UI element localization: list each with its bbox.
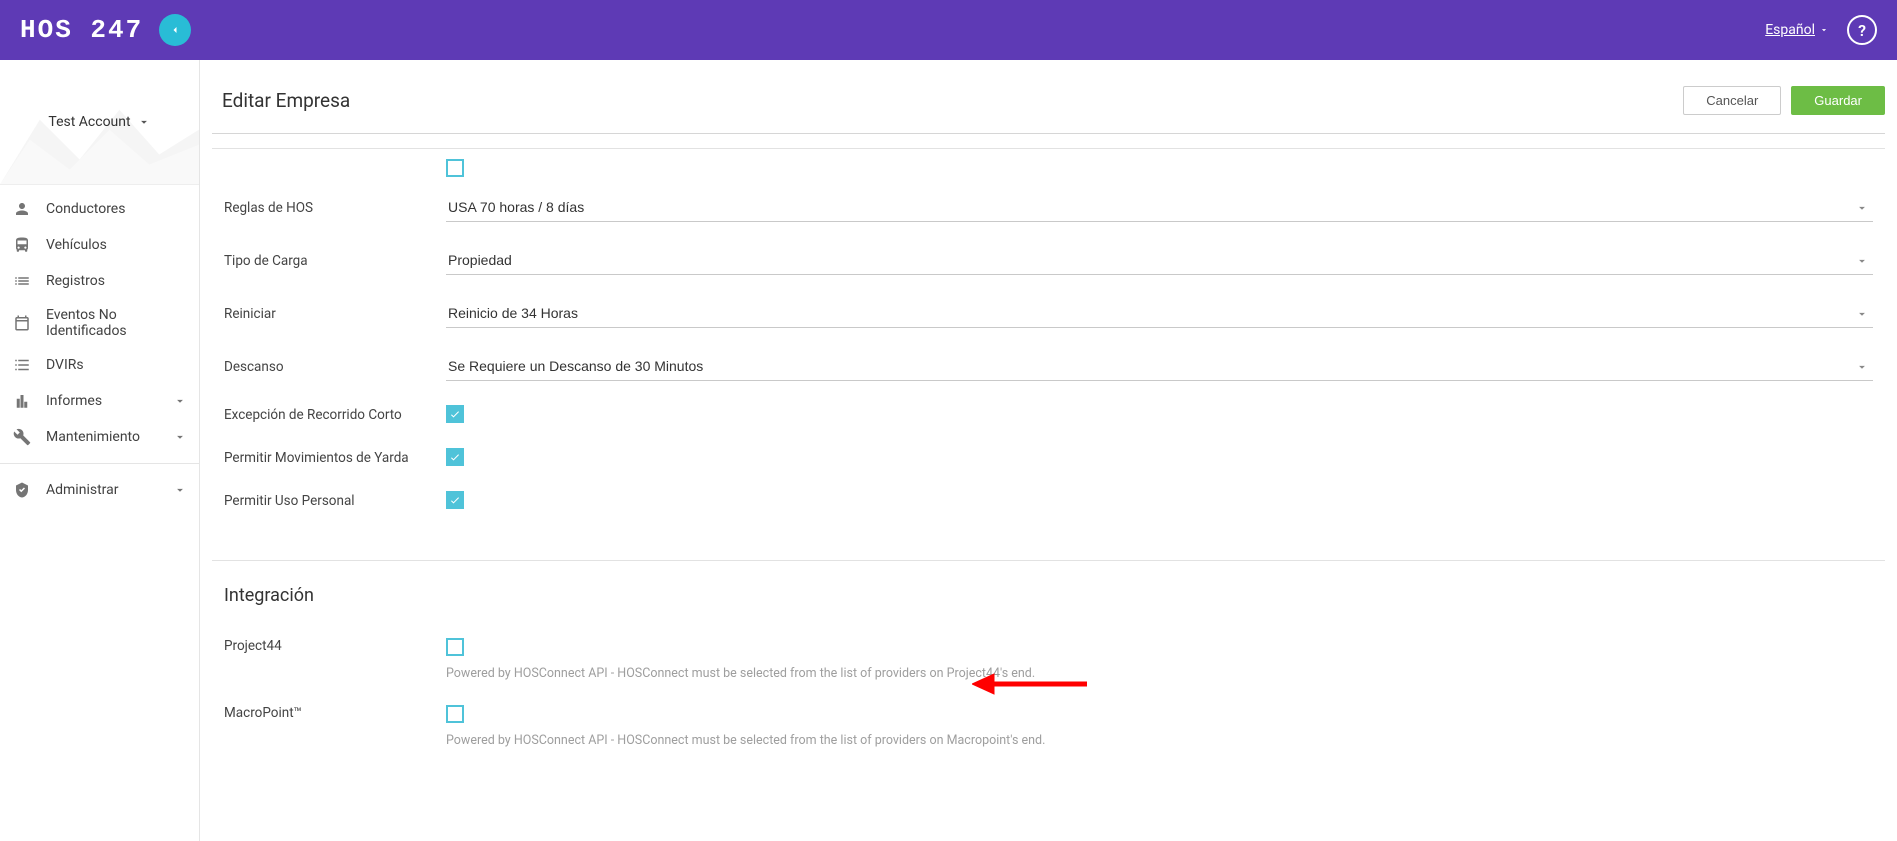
- sidebar-item-label: Vehículos: [46, 237, 187, 253]
- help-button[interactable]: ?: [1847, 15, 1877, 45]
- account-block: Test Account: [0, 60, 199, 185]
- sidebar-item-reports[interactable]: Informes: [0, 383, 199, 419]
- sidebar-item-label: Administrar: [46, 482, 159, 498]
- sidebar-item-logs[interactable]: Registros: [0, 263, 199, 299]
- project44-label: Project44: [224, 638, 446, 654]
- cargo-type-label: Tipo de Carga: [224, 253, 446, 269]
- sidebar: Test Account Conductores Vehículos: [0, 60, 200, 841]
- rest-select[interactable]: Se Requiere un Descanso de 30 Minutos: [446, 352, 1873, 381]
- integration-section: Integración Project44 Powered by HOSConn…: [212, 560, 1885, 770]
- chevron-down-icon: [173, 394, 187, 408]
- restart-label: Reiniciar: [224, 306, 446, 322]
- bar-chart-icon: [12, 391, 32, 411]
- chevron-down-icon: [173, 430, 187, 444]
- form-row-hos-rules: Reglas de HOS USA 70 horas / 8 días: [224, 181, 1873, 234]
- cargo-type-select[interactable]: Propiedad: [446, 246, 1873, 275]
- app-header: HOS 247 Español ?: [0, 0, 1897, 60]
- macropoint-hint: Powered by HOSConnect API - HOSConnect m…: [446, 733, 1873, 748]
- account-name: Test Account: [48, 114, 130, 130]
- hos-rules-select[interactable]: USA 70 horas / 8 días: [446, 193, 1873, 222]
- person-icon: [12, 199, 32, 219]
- form-row-partial: [224, 159, 1873, 181]
- form-row-project44: Project44 Powered by HOSConnect API - HO…: [224, 626, 1873, 693]
- cancel-button[interactable]: Cancelar: [1683, 86, 1781, 115]
- sidebar-item-maintenance[interactable]: Mantenimiento: [0, 419, 199, 455]
- form-row-rest: Descanso Se Requiere un Descanso de 30 M…: [224, 340, 1873, 393]
- check-icon: [449, 494, 461, 506]
- personal-use-checkbox[interactable]: [446, 491, 464, 509]
- yard-moves-checkbox[interactable]: [446, 448, 464, 466]
- personal-use-label: Permitir Uso Personal: [224, 493, 446, 509]
- form-row-restart: Reiniciar Reinicio de 34 Horas: [224, 287, 1873, 340]
- project44-hint: Powered by HOSConnect API - HOSConnect m…: [446, 666, 1873, 681]
- list-icon: [12, 271, 32, 291]
- short-haul-label: Excepción de Recorrido Corto: [224, 407, 446, 423]
- chevron-left-icon: [169, 23, 181, 37]
- chevron-down-icon: [173, 483, 187, 497]
- app-logo: HOS 247: [20, 15, 143, 45]
- page-title: Editar Empresa: [222, 89, 350, 112]
- admin-icon: [12, 480, 32, 500]
- rest-label: Descanso: [224, 359, 446, 375]
- account-menu[interactable]: Test Account: [48, 114, 150, 130]
- check-icon: [449, 408, 461, 420]
- checkbox-partial[interactable]: [446, 159, 464, 177]
- check-icon: [449, 451, 461, 463]
- chevron-down-icon: [1819, 25, 1829, 35]
- form-row-cargo-type: Tipo de Carga Propiedad: [224, 234, 1873, 287]
- sidebar-item-drivers[interactable]: Conductores: [0, 191, 199, 227]
- macropoint-checkbox[interactable]: [446, 705, 464, 723]
- divider: [212, 133, 1885, 134]
- language-label: Español: [1765, 22, 1815, 38]
- main-content: Editar Empresa Cancelar Guardar Reglas d…: [200, 60, 1897, 841]
- restart-select[interactable]: Reinicio de 34 Horas: [446, 299, 1873, 328]
- sidebar-item-vehicles[interactable]: Vehículos: [0, 227, 199, 263]
- chevron-down-icon: [137, 115, 151, 129]
- form-row-short-haul: Excepción de Recorrido Corto: [224, 393, 1873, 436]
- calendar-icon: [12, 313, 32, 333]
- sidebar-item-label: DVIRs: [46, 357, 187, 373]
- page-header: Editar Empresa Cancelar Guardar: [212, 60, 1885, 133]
- form-row-macropoint: MacroPoint™ Powered by HOSConnect API - …: [224, 693, 1873, 760]
- sidebar-item-label: Conductores: [46, 201, 187, 217]
- sidebar-item-label: Mantenimiento: [46, 429, 159, 445]
- form-row-yard-moves: Permitir Movimientos de Yarda: [224, 436, 1873, 479]
- settings-section: Reglas de HOS USA 70 horas / 8 días Tipo…: [212, 148, 1885, 532]
- wrench-icon: [12, 427, 32, 447]
- sidebar-item-dvirs[interactable]: DVIRs: [0, 347, 199, 383]
- sidebar-item-unidentified[interactable]: Eventos No Identificados: [0, 299, 199, 347]
- checklist-icon: [12, 355, 32, 375]
- short-haul-checkbox[interactable]: [446, 405, 464, 423]
- macropoint-label: MacroPoint™: [224, 705, 446, 721]
- header-right: Español ?: [1765, 15, 1877, 45]
- project44-checkbox[interactable]: [446, 638, 464, 656]
- back-button[interactable]: [159, 14, 191, 46]
- header-left: HOS 247: [20, 14, 191, 46]
- sidebar-item-label: Registros: [46, 273, 187, 289]
- yard-moves-label: Permitir Movimientos de Yarda: [224, 450, 446, 466]
- sidebar-item-administer[interactable]: Administrar: [0, 472, 199, 508]
- save-button[interactable]: Guardar: [1791, 86, 1885, 115]
- page-actions: Cancelar Guardar: [1683, 86, 1885, 115]
- hos-rules-label: Reglas de HOS: [224, 200, 446, 216]
- bus-icon: [12, 235, 32, 255]
- integration-title: Integración: [224, 585, 1873, 606]
- sidebar-item-label: Eventos No Identificados: [46, 307, 187, 339]
- sidebar-nav: Conductores Vehículos Registros Eventos …: [0, 185, 199, 508]
- form-row-personal-use: Permitir Uso Personal: [224, 479, 1873, 522]
- sidebar-item-label: Informes: [46, 393, 159, 409]
- language-select[interactable]: Español: [1765, 22, 1829, 38]
- nav-separator: [0, 463, 199, 464]
